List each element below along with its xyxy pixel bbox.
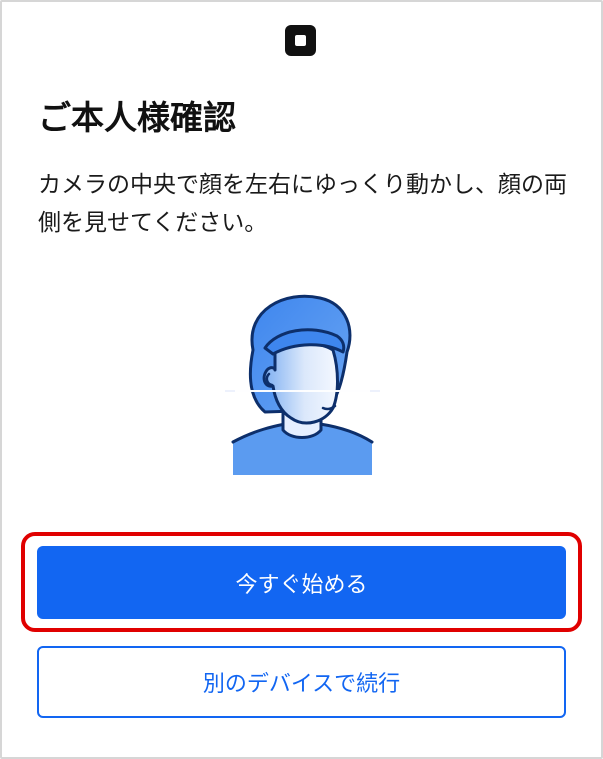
square-logo-icon (285, 25, 316, 56)
instruction-text: カメラの中央で顔を左右にゆっくり動かし、顔の両側を見せてください。 (38, 172, 567, 236)
continue-on-another-device-button[interactable]: 別のデバイスで続行 (37, 646, 566, 718)
page-title: ご本人様確認 (38, 98, 236, 137)
start-now-button[interactable]: 今すぐ始める (37, 546, 566, 619)
face-scan-illustration (225, 294, 380, 475)
